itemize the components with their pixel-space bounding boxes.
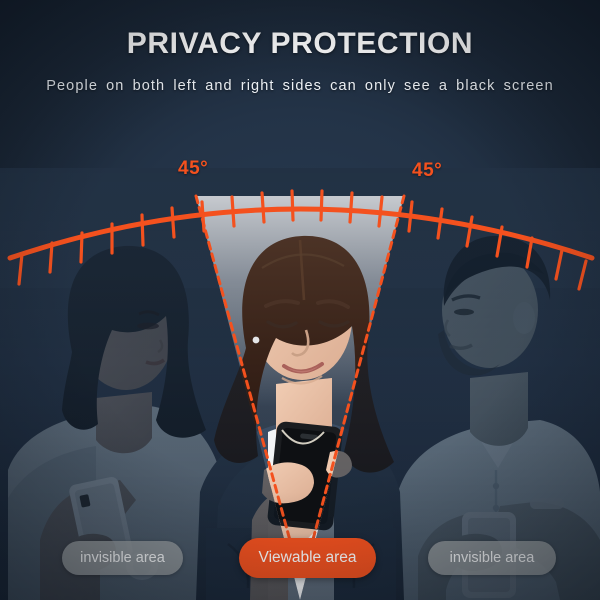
privacy-protection-banner: PRIVACY PROTECTION People on both left a…: [0, 0, 600, 600]
vignette-overlay: [0, 0, 600, 600]
